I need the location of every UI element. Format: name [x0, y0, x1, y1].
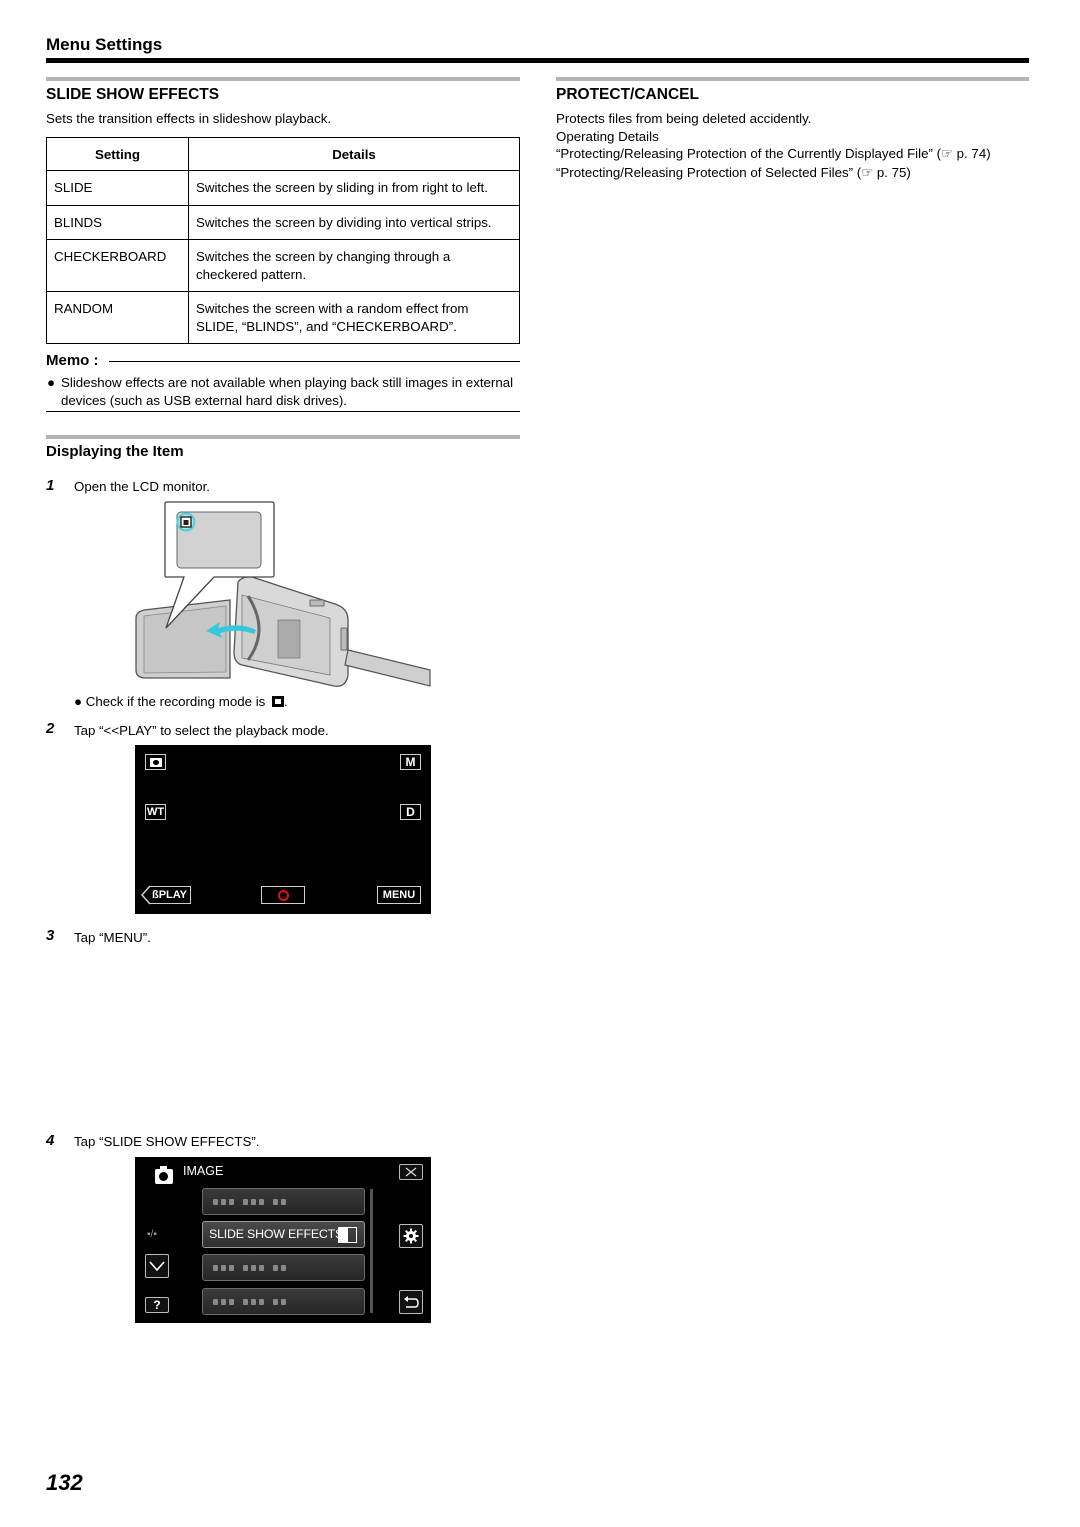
settings-button[interactable]	[399, 1224, 423, 1248]
table-header-setting: Setting	[46, 137, 189, 171]
details-cell: Switches the screen by sliding in from r…	[188, 170, 520, 206]
step-number: 2	[46, 720, 55, 737]
mode-switch-button[interactable]	[145, 754, 166, 770]
play-button[interactable]: ßPLAY	[149, 886, 191, 904]
close-icon	[405, 1167, 417, 1177]
memo-bottom-rule	[46, 411, 520, 412]
lcd-screen	[143, 605, 227, 674]
close-button[interactable]	[399, 1164, 423, 1180]
side-button	[340, 627, 348, 651]
menu-item[interactable]	[202, 1288, 365, 1315]
manual-mode-button[interactable]: M	[400, 754, 421, 770]
wt-button[interactable]: WT	[145, 804, 166, 820]
section-title-protect-cancel: PROTECT/CANCEL	[556, 86, 699, 103]
table-row: BLINDS Switches the screen by dividing i…	[46, 204, 520, 240]
table-row: SLIDE Switches the screen by sliding in …	[46, 170, 520, 206]
step-number: 4	[46, 1132, 55, 1149]
table-row: CHECKERBOARD Switches the screen by chan…	[46, 239, 520, 292]
hand-strap	[344, 649, 431, 687]
table-row: RANDOM Switches the screen with a random…	[46, 291, 520, 344]
gear-icon	[403, 1228, 419, 1244]
help-button[interactable]: ?	[145, 1297, 169, 1313]
setting-cell: SLIDE	[46, 170, 189, 206]
step-number: 1	[46, 477, 55, 494]
blurred-label	[213, 1265, 286, 1271]
step-number: 3	[46, 927, 55, 944]
period: .	[284, 694, 288, 709]
details-cell: Switches the screen by changing through …	[188, 239, 520, 292]
memo-bullet-text: Slideshow effects are not available when…	[61, 375, 514, 408]
memo-bullet: ● Slideshow effects are not available wh…	[46, 374, 520, 409]
zoom-lever	[309, 599, 325, 607]
reference-link[interactable]: “Protecting/Releasing Protection of the …	[556, 145, 991, 163]
setting-cell: RANDOM	[46, 291, 189, 344]
step-text: Tap “MENU”.	[74, 930, 151, 945]
reference-link[interactable]: “Protecting/Releasing Protection of Sele…	[556, 164, 911, 182]
back-button[interactable]	[399, 1290, 423, 1314]
step-text: Tap “SLIDE SHOW EFFECTS”.	[74, 1134, 260, 1149]
camera-icon	[155, 1166, 173, 1184]
details-cell: Switches the screen by dividing into ver…	[188, 204, 520, 240]
step-text: Open the LCD monitor.	[74, 479, 210, 494]
settings-table: Setting Details SLIDE Switches the scree…	[46, 137, 520, 344]
menu-category-title: IMAGE	[183, 1164, 224, 1178]
setting-cell: CHECKERBOARD	[46, 239, 189, 292]
camcorder-illustration	[135, 501, 431, 687]
step-note: ● Check if the recording mode is .	[74, 694, 288, 709]
operating-details-label: Operating Details	[556, 129, 659, 144]
bullet-icon: ●	[74, 694, 86, 709]
speaker-grille	[277, 619, 301, 659]
return-icon	[404, 1296, 419, 1308]
memo-rule	[109, 361, 520, 362]
record-button[interactable]	[261, 886, 305, 904]
camera-record-screen: M WT D ßPLAY MENU	[135, 745, 431, 914]
record-circle-icon	[277, 889, 289, 901]
blurred-label	[213, 1199, 286, 1205]
chevron-down-icon	[149, 1261, 165, 1271]
section-description: Sets the transition effects in slideshow…	[46, 111, 332, 126]
scroll-down-button[interactable]	[145, 1254, 169, 1278]
protect-description: Protects files from being deleted accide…	[556, 111, 812, 126]
section-title-displaying-item: Displaying the Item	[46, 443, 184, 460]
camera-icon	[149, 757, 162, 767]
menu-item[interactable]	[202, 1254, 365, 1281]
step-note-text: Check if the recording mode is	[85, 694, 266, 709]
bullet-icon: ●	[47, 375, 56, 390]
blurred-label	[213, 1299, 286, 1305]
page-header-title: Menu Settings	[46, 35, 163, 54]
table-header-details: Details	[188, 137, 520, 171]
step-text: Tap “<<PLAY” to select the playback mode…	[74, 723, 329, 738]
table-header-row: Setting Details	[46, 137, 520, 171]
section-divider	[46, 77, 520, 81]
camera-icon	[272, 696, 285, 707]
section-divider	[556, 77, 1029, 81]
setting-cell: BLINDS	[46, 204, 189, 240]
back-chevron-icon	[140, 885, 151, 905]
page-number: 132	[46, 1470, 83, 1495]
menu-item[interactable]	[202, 1188, 365, 1215]
display-button[interactable]: D	[400, 804, 421, 820]
setting-state-icon	[338, 1227, 357, 1243]
menu-button[interactable]: MENU	[377, 886, 421, 904]
camera-mode-icon-lens	[183, 520, 189, 525]
memo-title: Memo :	[46, 352, 99, 369]
menu-item-slide-show-effects[interactable]: SLIDE SHOW EFFECTS	[202, 1221, 365, 1248]
scrollbar[interactable]	[370, 1189, 373, 1313]
section-divider	[46, 435, 520, 439]
menu-item-label: SLIDE SHOW EFFECTS	[209, 1227, 344, 1241]
header-rule	[46, 58, 1029, 63]
page-indicator: ▪/▪	[147, 1229, 157, 1240]
play-label: ßPLAY	[151, 889, 188, 901]
section-title-slide-show-effects: SLIDE SHOW EFFECTS	[46, 86, 220, 103]
details-cell: Switches the screen with a random effect…	[188, 291, 520, 344]
